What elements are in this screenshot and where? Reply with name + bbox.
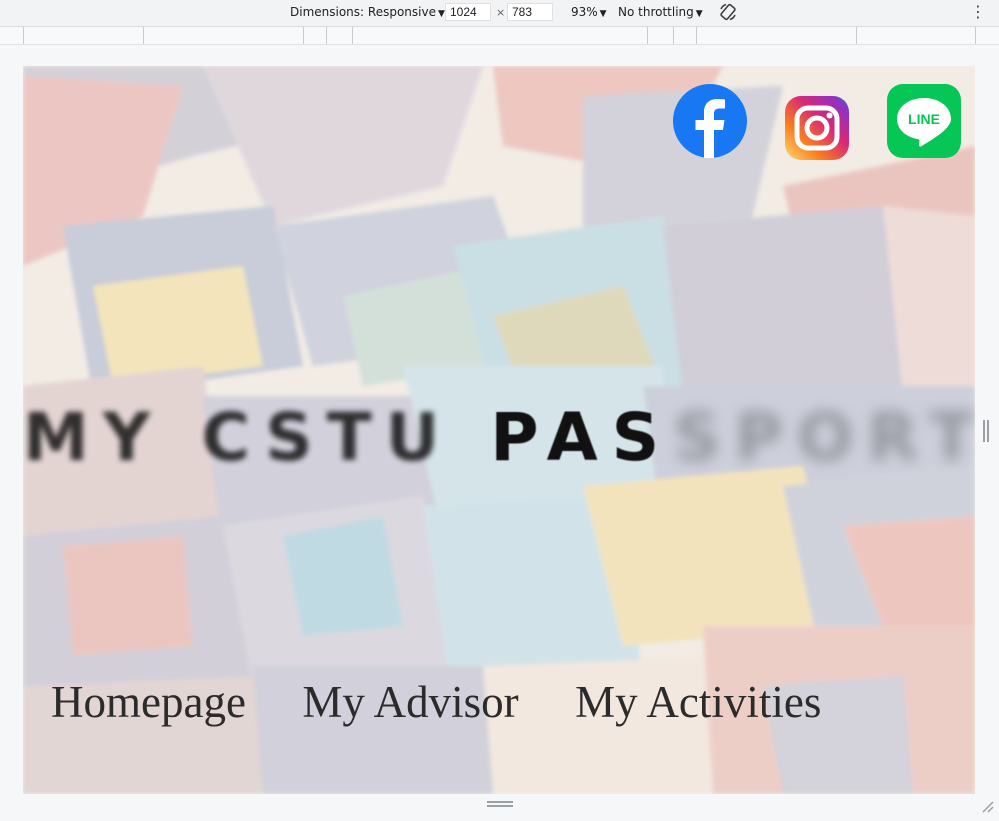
main-nav: Homepage My Advisor My Activities	[51, 676, 873, 736]
bottom-resize-handle[interactable]	[487, 801, 513, 807]
throttling-dropdown[interactable]: No throttling ▼	[618, 5, 703, 19]
ruler-tick[interactable]	[143, 27, 144, 44]
right-resize-handle[interactable]	[983, 420, 989, 442]
line-icon[interactable]: LINE	[887, 84, 961, 158]
dimension-separator: ×	[496, 6, 506, 19]
title-part: MY	[23, 399, 165, 476]
ruler-tick[interactable]	[673, 27, 674, 44]
title-part: SPORT	[673, 399, 975, 476]
ruler-tick[interactable]	[647, 27, 648, 44]
title-part: PAS	[490, 399, 674, 476]
instagram-icon[interactable]	[785, 96, 849, 160]
ruler-tick[interactable]	[352, 27, 353, 44]
dimensions-dropdown[interactable]: Dimensions: Responsive ▼	[290, 5, 445, 19]
rotate-icon[interactable]	[718, 2, 738, 22]
nav-my-activities[interactable]: My Activities	[575, 676, 821, 728]
viewport-height-input[interactable]	[507, 3, 553, 21]
ruler-tick[interactable]	[856, 27, 857, 44]
viewport-width-input[interactable]	[445, 3, 491, 21]
more-options-icon[interactable]: ⋮	[970, 3, 986, 21]
throttling-label: No throttling	[618, 5, 694, 19]
line-icon-label: LINE	[908, 111, 940, 127]
corner-resize-icon[interactable]	[980, 799, 994, 813]
nav-homepage[interactable]: Homepage	[51, 676, 246, 728]
site-title: MY CSTU PASSPORT	[23, 394, 975, 494]
ruler-tick[interactable]	[23, 27, 24, 44]
devtools-device-toolbar: Dimensions: Responsive▼ × 93%▼ No thrott…	[0, 0, 999, 27]
ruler-tick[interactable]	[326, 27, 327, 44]
ruler-tick[interactable]	[303, 27, 304, 44]
emulated-viewport: LINE MY CSTU PASSPORT Homepage My Adviso…	[23, 66, 975, 794]
nav-my-advisor[interactable]: My Advisor	[302, 676, 518, 728]
ruler-tick[interactable]	[975, 27, 976, 44]
ruler-tick[interactable]	[696, 27, 697, 44]
title-marquee: MY CSTU PASSPORT	[23, 394, 975, 494]
facebook-icon[interactable]	[673, 84, 747, 158]
media-query-ruler	[0, 27, 999, 45]
caret-down-icon: ▼	[695, 9, 703, 19]
title-part: CSTU	[201, 399, 454, 476]
caret-down-icon: ▼	[437, 9, 445, 19]
caret-down-icon: ▼	[599, 9, 607, 19]
zoom-label: 93%	[571, 5, 598, 19]
zoom-dropdown[interactable]: 93% ▼	[571, 5, 607, 19]
dimensions-label: Dimensions: Responsive	[290, 5, 436, 19]
